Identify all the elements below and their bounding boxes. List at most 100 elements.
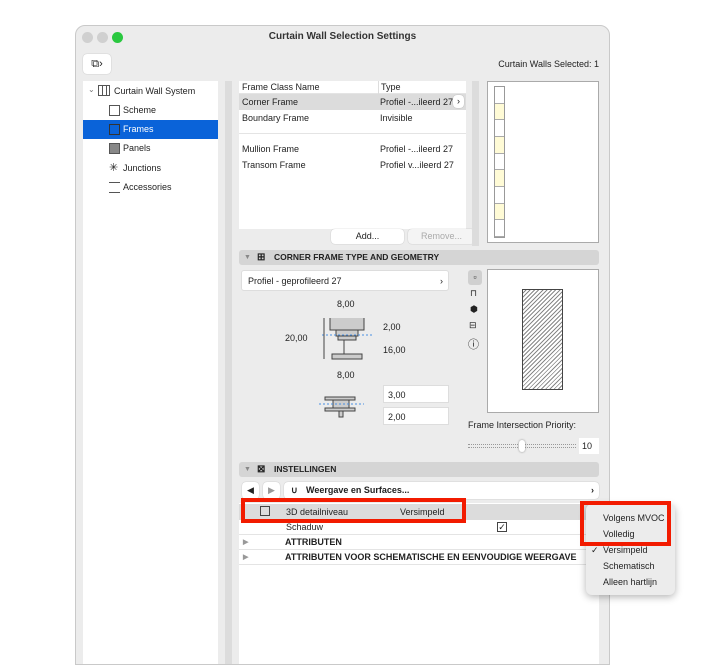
remove-button[interactable]: Remove... [408,229,475,244]
dialog-window: Curtain Wall Selection Settings ⧉› Curta… [75,25,610,665]
row-type: Profiel -...ileerd 27 [380,97,454,107]
profile-dropdown[interactable]: Profiel - geprofileerd 27 › [241,270,449,291]
sidebar-item-scheme[interactable]: Scheme [83,101,218,120]
minimize-button[interactable] [97,32,108,43]
priority-field[interactable]: 10 [579,438,599,454]
group-attributen[interactable]: ▶ ATTRIBUTEN [239,535,599,550]
frame-type-icon: ⊞ [257,252,266,263]
divider [239,133,466,134]
curtain-wall-icon [98,85,110,96]
window-title: Curtain Wall Selection Settings [268,31,417,42]
scheme-icon [109,105,120,116]
geometry-section-header[interactable]: ▼ ⊞ CORNER FRAME TYPE AND GEOMETRY [239,250,599,265]
collapse-triangle-icon: ▼ [244,254,251,261]
3d-view-icon[interactable]: ⬢ [470,304,478,315]
sidebar: ⌄ Curtain Wall System Scheme Frames Pane… [83,81,218,664]
menu-item-versimpeld[interactable]: Versimpeld [603,545,648,555]
header-name: Frame Class Name [242,82,320,92]
row-type: Invisible [380,113,413,123]
dim-web[interactable]: 16,00 [383,345,406,355]
chevron-right-icon[interactable]: › [453,95,464,108]
sidebar-item-accessories[interactable]: Accessories [83,178,218,197]
dim-flange[interactable]: 2,00 [383,322,401,332]
offset-field-2[interactable]: 2,00 [383,407,449,425]
splitter[interactable] [225,81,232,664]
slider-thumb[interactable] [519,440,525,452]
menu-item-schematisch[interactable]: Schematisch [603,561,655,571]
group-label: ATTRIBUTEN [285,537,342,547]
row-label: Schaduw [286,522,324,532]
favorites-icon: ⧉› [91,58,103,70]
row-type: Profiel -...ileerd 27 [380,144,454,154]
sidebar-item-label: Scheme [123,105,157,115]
settings-icon: ⊠ [257,464,266,475]
sidebar-item-frames[interactable]: Frames [83,120,218,139]
section-title: INSTELLINGEN [274,464,337,474]
add-button[interactable]: Add... [331,229,404,244]
row-type: Profiel v...ileerd 27 [380,160,454,170]
list-row-boundary[interactable]: Boundary Frame Invisible [239,110,466,126]
chevron-right-icon: › [591,485,594,495]
menu-item-alleen-hartlijn[interactable]: Alleen hartlijn [603,577,657,587]
list-header: Frame Class Name Type [239,81,466,94]
settings-panel-dropdown[interactable]: ∪ Weergave en Surfaces... › [284,482,599,499]
favorites-button[interactable]: ⧉› [83,54,111,74]
row-shadow: Schaduw ✓ [239,521,599,535]
offset-field-1[interactable]: 3,00 [383,385,449,403]
frames-icon [109,124,120,135]
info-icon[interactable]: ⓘ [468,336,479,352]
highlight-box-menu [580,501,671,546]
junctions-icon: ✳ [109,162,119,174]
list-row-mullion[interactable]: Mullion Frame Profiel -...ileerd 27 [239,141,466,157]
collapse-triangle-icon: ▼ [244,466,251,473]
sidebar-item-label: Frames [123,124,154,134]
panel-cell-filled [495,170,504,187]
settings-list: 3D detailniveau Versimpeld Schaduw ✓ ▶ AT… [239,503,599,664]
close-button[interactable] [82,32,93,43]
list-row-transom[interactable]: Transom Frame Profiel v...ileerd 27 [239,157,466,173]
priority-slider[interactable] [468,440,576,452]
row-name: Transom Frame [242,160,306,170]
chevron-right-icon: › [440,276,443,286]
panel-cell-filled [495,203,504,221]
panel-name: Weergave en Surfaces... [306,485,410,495]
profile-value: Profiel - geprofileerd 27 [248,276,342,286]
sidebar-item-junctions[interactable]: ✳ Junctions [83,159,218,178]
panel-cell-filled [495,136,504,154]
profile-hatch [522,289,563,390]
scrollbar[interactable] [472,81,479,246]
sidebar-root[interactable]: Curtain Wall System [114,86,195,96]
header-type: Type [378,81,401,94]
profile-preview [487,269,599,413]
profile-diagram [322,318,372,360]
row-name: Mullion Frame [242,144,300,154]
frame-panels [494,86,505,238]
highlight-box-row [241,498,466,523]
panel-cell [495,87,504,104]
offset-diagram [319,396,364,418]
section-view-icon[interactable]: ⊟ [469,320,477,331]
section-title: CORNER FRAME TYPE AND GEOMETRY [274,252,440,262]
sidebar-item-panels[interactable]: Panels [83,139,218,158]
list-row-corner[interactable]: Corner Frame Profiel -...ileerd 27 › [239,94,466,110]
checkmark-icon: ✓ [591,545,599,555]
dim-top[interactable]: 8,00 [337,299,355,309]
shadow-checkbox[interactable]: ✓ [497,522,507,532]
pen-icon: ∪ [291,485,298,495]
settings-section-header[interactable]: ▼ ⊠ INSTELLINGEN [239,462,599,477]
zoom-button[interactable] [112,32,123,43]
scheme-preview [487,81,599,243]
panel-cell [495,153,504,171]
plan-view-icon[interactable]: ▫ [468,270,482,285]
dim-bottom[interactable]: 8,00 [337,370,355,380]
group-attributen-schematic[interactable]: ▶ ATTRIBUTEN VOOR SCHEMATISCHE EN EENVOUD… [239,550,599,565]
sidebar-item-label: Junctions [123,163,162,173]
row-name: Boundary Frame [242,113,310,123]
next-button[interactable]: ▶ [263,482,280,499]
expand-triangle-icon: ▶ [243,539,249,546]
chevron-down-icon[interactable]: ⌄ [88,85,95,94]
prev-button[interactable]: ◀ [242,482,259,499]
elevation-view-icon[interactable]: ⊓ [470,288,477,299]
panel-cell [495,120,504,137]
dim-height[interactable]: 20,00 [285,333,308,343]
